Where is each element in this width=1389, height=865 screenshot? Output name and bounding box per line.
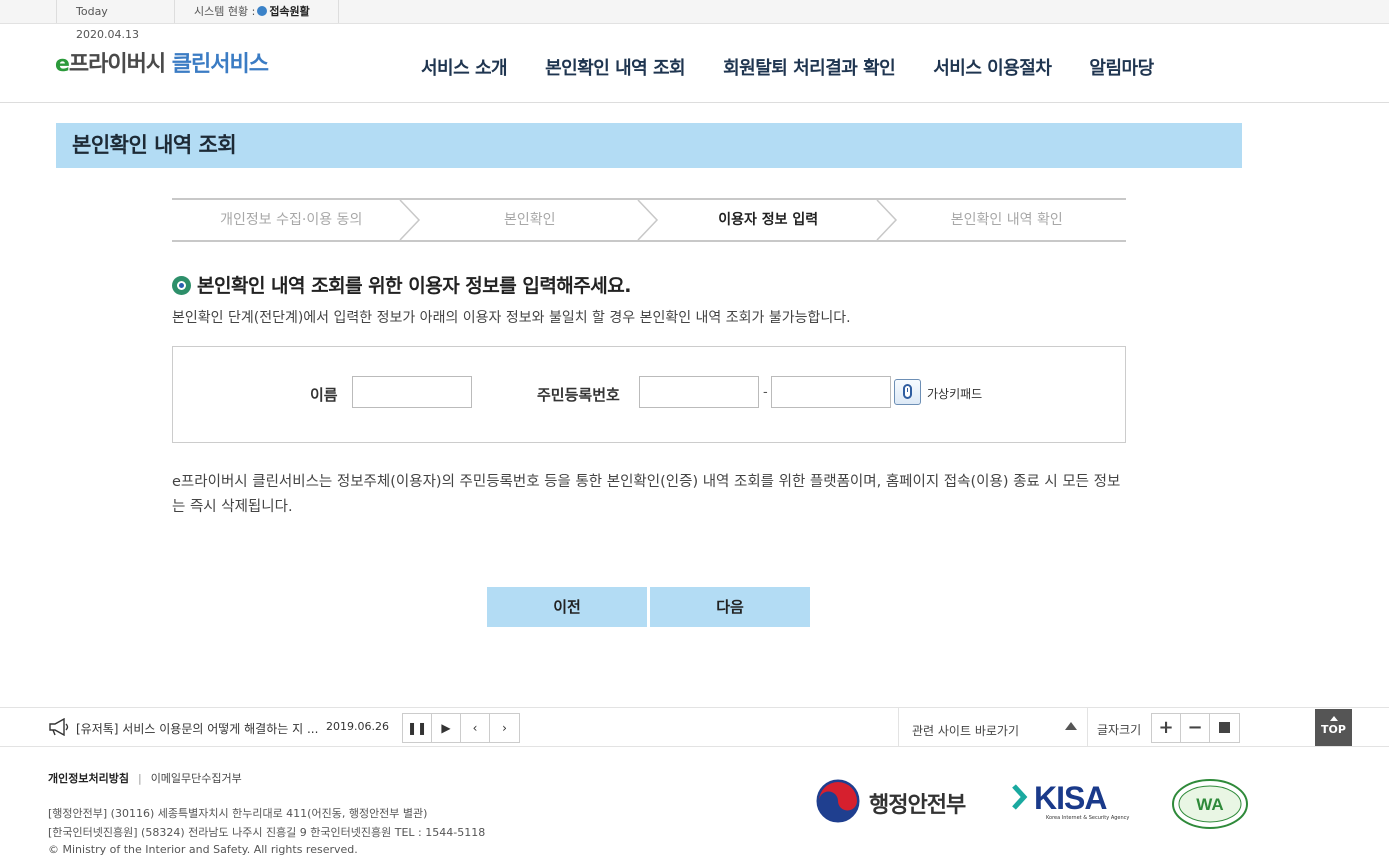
rrn-back-input[interactable] — [771, 376, 891, 408]
top-button[interactable]: TOP — [1315, 709, 1352, 746]
system-status: 시스템 현황 : 접속원활 — [175, 0, 339, 23]
nav-service-intro[interactable]: 서비스 소개 — [402, 54, 526, 80]
next-button[interactable]: 다음 — [650, 587, 810, 627]
status-value: 접속원활 — [269, 5, 310, 18]
step-2: 본인확인 — [411, 200, 659, 240]
ticker-date: 2019.06.26 — [326, 720, 389, 733]
divider: | — [137, 772, 142, 785]
mouse-icon — [903, 384, 912, 399]
step-label: 본인확인 내역 확인 — [950, 212, 1063, 228]
mois-logo[interactable]: 행정안전부 — [816, 779, 976, 823]
font-decrease-icon[interactable]: − — [1181, 714, 1210, 742]
ticker-headline[interactable]: [유저톡] 서비스 이용문의 어떻게 해결하는 지 ... — [76, 720, 318, 737]
bullet-icon — [172, 276, 191, 295]
megaphone-icon — [49, 718, 69, 736]
name-label: 이름 — [310, 386, 338, 404]
section-description: 본인확인 단계(전단계)에서 입력한 정보가 아래의 이용자 정보와 불일치 할… — [172, 310, 851, 326]
rrn-dash: - — [763, 385, 768, 400]
user-info-form: 이름 주민등록번호 - 가상키패드 — [172, 346, 1126, 443]
top-status-bar: Today 2020.04.13 시스템 현황 : 접속원활 — [0, 0, 1389, 41]
address-kisa: [한국인터넷진흥원] (58324) 전라남도 나주시 진흥길 9 한국인터넷진… — [48, 826, 486, 839]
site-header: e프라이버시 클린서비스 서비스 소개 본인확인 내역 조회 회원탈퇴 처리결과… — [0, 24, 1389, 103]
arrow-up-icon — [1329, 716, 1338, 721]
triangle-up-icon — [1065, 722, 1077, 730]
step-indicator: 개인정보 수집·이용 동의 본인확인 이용자 정보 입력 본인확인 내역 확인 — [172, 198, 1126, 242]
font-reset-icon[interactable] — [1210, 714, 1239, 742]
virtual-keypad-label: 가상키패드 — [927, 387, 983, 401]
address-mois: [행정안전부] (30116) 세종특별자치시 한누리대로 411(어진동, 행… — [48, 807, 428, 820]
logo-e: e — [55, 52, 70, 77]
wa-logo-text: WA — [1196, 795, 1223, 814]
kisa-logo-subtext: Korea Internet & Security Agency — [1046, 815, 1130, 821]
font-increase-icon[interactable]: + — [1152, 714, 1181, 742]
privacy-notice: e프라이버시 클린서비스는 정보주체(이용자)의 주민등록번호 등을 통한 본인… — [172, 474, 1121, 515]
page-title: 본인확인 내역 조회 — [72, 133, 237, 157]
step-3-active: 이용자 정보 입력 — [649, 200, 897, 240]
nav-notice[interactable]: 알림마당 — [1070, 54, 1172, 80]
logo-main: 프라이버시 — [68, 52, 166, 77]
kisa-mark-icon — [1012, 784, 1028, 810]
page-title-bar: 본인확인 내역 조회 — [56, 123, 1242, 168]
nav-identity-history[interactable]: 본인확인 내역 조회 — [526, 54, 704, 80]
ticker-controls: ❚❚ ▶ ‹ › — [402, 713, 520, 743]
today-label: Today — [76, 5, 108, 18]
kisa-logo[interactable]: KISA Korea Internet & Security Agency — [1012, 778, 1136, 824]
privacy-policy-link[interactable]: 개인정보처리방침 — [48, 772, 129, 785]
related-sites-label: 관련 사이트 바로가기 — [912, 724, 1019, 738]
logo-clean: 클린서비스 — [171, 52, 269, 77]
mois-logo-text: 행정안전부 — [869, 793, 966, 818]
nav-service-procedure[interactable]: 서비스 이용절차 — [914, 54, 1070, 80]
chevron-right-icon — [398, 200, 420, 240]
rrn-front-input[interactable] — [639, 376, 759, 408]
email-refusal-link[interactable]: 이메일무단수집거부 — [151, 772, 242, 785]
step-label: 본인확인 — [503, 212, 556, 228]
step-1: 개인정보 수집·이용 동의 — [172, 200, 420, 240]
chevron-right-icon[interactable]: › — [490, 714, 519, 742]
play-icon[interactable]: ▶ — [432, 714, 461, 742]
section-title-text: 본인확인 내역 조회를 위한 이용자 정보를 입력해주세요. — [197, 275, 631, 297]
copyright: © Ministry of the Interior and Safety. A… — [48, 843, 358, 856]
footer-links: 개인정보처리방침 | 이메일무단수집거부 — [48, 770, 242, 786]
today-date: Today 2020.04.13 — [56, 0, 175, 41]
step-label: 이용자 정보 입력 — [718, 212, 819, 228]
section-title: 본인확인 내역 조회를 위한 이용자 정보를 입력해주세요. — [172, 271, 631, 298]
mois-emblem-icon — [816, 779, 860, 823]
prev-button[interactable]: 이전 — [487, 587, 647, 627]
kisa-logo-text: KISA — [1034, 780, 1107, 816]
status-dot-icon — [257, 6, 268, 16]
name-input[interactable] — [352, 376, 472, 408]
notice-ticker-bar: [유저톡] 서비스 이용문의 어떻게 해결하는 지 ... 2019.06.26… — [0, 707, 1389, 747]
step-4: 본인확인 내역 확인 — [888, 200, 1127, 240]
step-label: 개인정보 수집·이용 동의 — [220, 212, 363, 228]
top-label: TOP — [1321, 723, 1346, 736]
site-logo[interactable]: e프라이버시 클린서비스 — [55, 46, 269, 78]
font-size-label: 글자크기 — [1097, 723, 1142, 737]
font-size-controls: + − — [1151, 713, 1240, 743]
rrn-label: 주민등록번호 — [537, 386, 620, 404]
virtual-keypad-button[interactable] — [894, 379, 921, 405]
pause-icon[interactable]: ❚❚ — [403, 714, 432, 742]
nav-withdrawal-result[interactable]: 회원탈퇴 처리결과 확인 — [704, 54, 914, 80]
main-nav: 서비스 소개 본인확인 내역 조회 회원탈퇴 처리결과 확인 서비스 이용절차 … — [402, 54, 1173, 80]
related-sites-dropdown[interactable]: 관련 사이트 바로가기 — [898, 708, 1088, 746]
chevron-left-icon[interactable]: ‹ — [461, 714, 490, 742]
chevron-right-icon — [637, 200, 659, 240]
status-label: 시스템 현황 : — [194, 5, 256, 18]
chevron-right-icon — [875, 200, 897, 240]
web-accessibility-mark-icon[interactable]: WA — [1171, 778, 1249, 830]
